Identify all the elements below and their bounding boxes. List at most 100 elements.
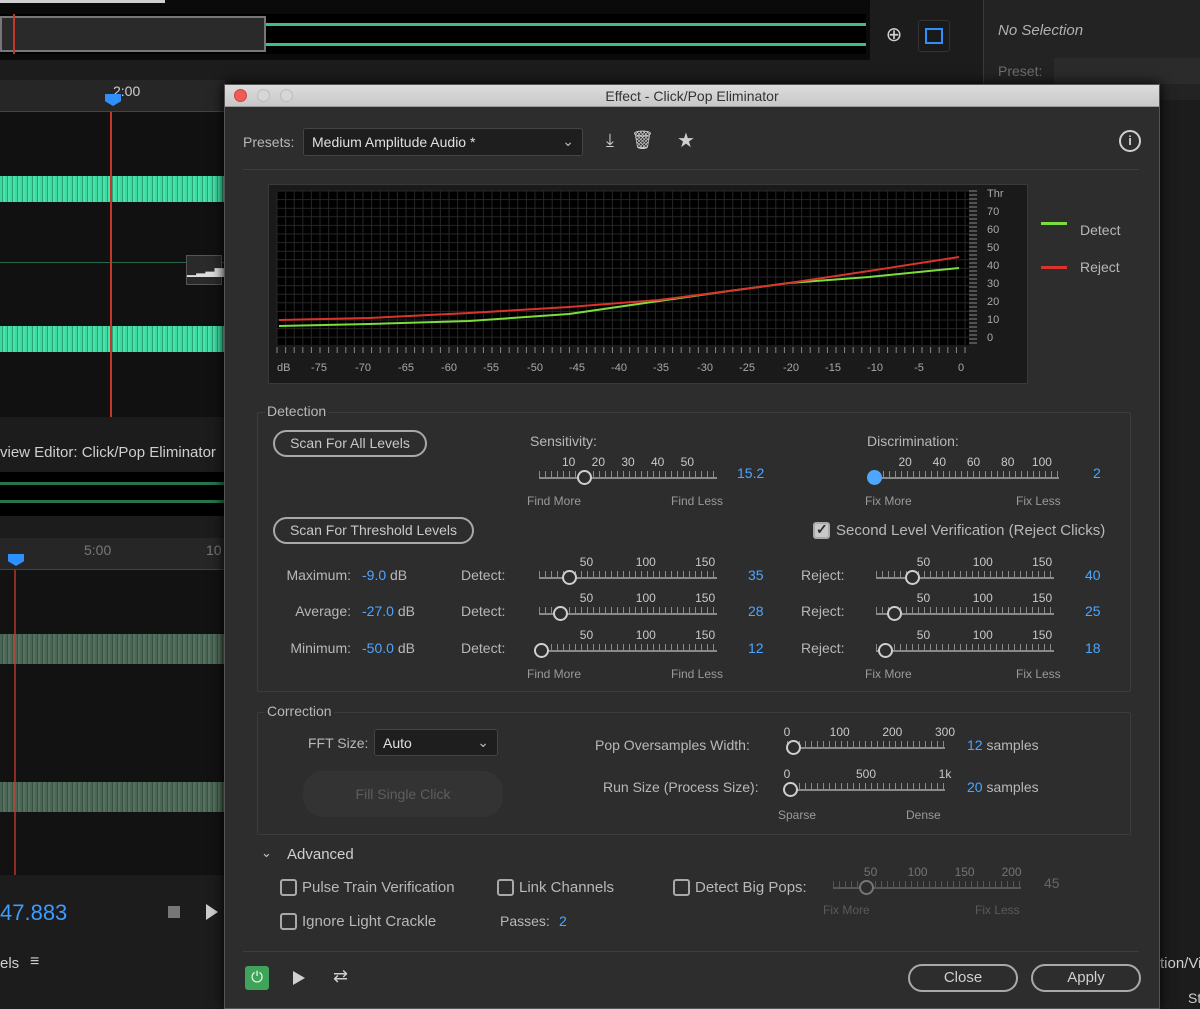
playhead-marker-icon[interactable] bbox=[105, 94, 121, 106]
slider-track[interactable] bbox=[787, 789, 945, 791]
reject-label: Reject: bbox=[801, 603, 845, 619]
volume-level-icon[interactable]: ▁▂▃▅ bbox=[186, 255, 224, 285]
favorite-star-icon[interactable]: ★ bbox=[675, 128, 697, 152]
preview-waveform[interactable] bbox=[0, 570, 225, 875]
download-preset-icon[interactable]: ⤓ bbox=[599, 130, 621, 152]
x-tick-label: -55 bbox=[483, 362, 499, 374]
slider-tick-label: 40 bbox=[650, 455, 665, 469]
slider-knob[interactable] bbox=[878, 643, 894, 658]
pulse-train-label: Pulse Train Verification bbox=[302, 879, 455, 896]
run-size-value[interactable]: 20 bbox=[967, 779, 983, 795]
reject-slider[interactable]: 50 100 150 bbox=[870, 591, 1060, 621]
run-size-slider[interactable]: 0 500 1k bbox=[781, 767, 951, 797]
preview-play-icon[interactable] bbox=[293, 971, 305, 985]
slider-knob[interactable] bbox=[553, 606, 569, 621]
menu-icon[interactable]: ≡ bbox=[30, 953, 39, 971]
sensitivity-slider[interactable]: 10 20 30 40 50 bbox=[533, 455, 723, 485]
detect-value[interactable]: 12 bbox=[748, 640, 764, 656]
slider-tick-label: 50 bbox=[579, 555, 594, 569]
slider-knob[interactable] bbox=[904, 570, 920, 585]
fill-single-click-button[interactable]: Fill Single Click bbox=[303, 771, 503, 817]
delete-preset-icon[interactable]: 🗑 bbox=[631, 130, 654, 152]
discrimination-label: Discrimination: bbox=[867, 433, 959, 449]
presets-label: Presets: bbox=[243, 134, 295, 150]
pop-oversamples-slider[interactable]: 0 100 200 300 bbox=[781, 725, 955, 755]
slider-tick-label: 150 bbox=[695, 591, 716, 605]
advanced-chevron-icon[interactable]: ⌄ bbox=[261, 845, 272, 861]
reject-value[interactable]: 40 bbox=[1085, 567, 1101, 583]
slider-knob[interactable] bbox=[858, 880, 874, 895]
fft-size-select[interactable]: Auto ⌄ bbox=[374, 729, 498, 756]
reject-value[interactable]: 25 bbox=[1085, 603, 1101, 619]
panel-toggle-button[interactable] bbox=[918, 20, 950, 52]
slider-knob[interactable] bbox=[786, 740, 802, 755]
loop-preview-icon[interactable]: ⇄ bbox=[333, 966, 348, 987]
scan-threshold-levels-button[interactable]: Scan For Threshold Levels bbox=[273, 517, 474, 544]
waveform-track[interactable]: ▁▂▃▅ bbox=[0, 112, 225, 417]
pulse-train-checkbox[interactable] bbox=[280, 879, 297, 896]
big-pops-slider[interactable]: 50 100 150 200 bbox=[827, 865, 1027, 895]
detect-slider[interactable]: 50 100 150 bbox=[533, 591, 723, 621]
slider-ticks bbox=[539, 644, 717, 650]
dialog-titlebar[interactable]: Effect - Click/Pop Eliminator bbox=[225, 85, 1159, 107]
power-toggle-icon[interactable]: ⏻ bbox=[245, 966, 269, 990]
slider-knob[interactable] bbox=[867, 470, 883, 485]
detect-slider[interactable]: 50 100 150 bbox=[533, 628, 723, 658]
slider-track[interactable] bbox=[539, 650, 717, 652]
slider-knob[interactable] bbox=[577, 470, 593, 485]
stop-icon[interactable] bbox=[168, 906, 180, 918]
slider-track[interactable] bbox=[876, 613, 1054, 615]
right-panel-label-2: St bbox=[1188, 990, 1200, 1006]
slider-track[interactable] bbox=[539, 477, 717, 479]
link-channels-checkbox[interactable] bbox=[497, 879, 514, 896]
reject-slider[interactable]: 50 100 150 bbox=[870, 628, 1060, 658]
level-row-label: Minimum: bbox=[290, 640, 351, 656]
reject-slider[interactable]: 50 100 150 bbox=[870, 555, 1060, 585]
slider-ticks bbox=[787, 741, 945, 747]
slider-track[interactable] bbox=[876, 577, 1054, 579]
slider-knob[interactable] bbox=[534, 643, 550, 658]
slider-knob[interactable] bbox=[783, 782, 799, 797]
scan-all-levels-button[interactable]: Scan For All Levels bbox=[273, 430, 427, 457]
passes-value[interactable]: 2 bbox=[559, 913, 567, 929]
info-icon[interactable]: i bbox=[1119, 130, 1141, 152]
preset-select[interactable] bbox=[1054, 58, 1200, 84]
level-value[interactable]: -27.0 bbox=[362, 603, 394, 619]
slider-knob[interactable] bbox=[561, 570, 577, 585]
preview-playhead-icon[interactable] bbox=[8, 554, 24, 566]
discrimination-value[interactable]: 2 bbox=[1093, 465, 1101, 481]
no-selection-label: No Selection bbox=[998, 22, 1084, 39]
apply-button[interactable]: Apply bbox=[1031, 964, 1141, 992]
legend-reject-label: Reject bbox=[1080, 259, 1120, 275]
presets-select[interactable]: Medium Amplitude Audio * ⌄ bbox=[303, 128, 583, 156]
slider-knob[interactable] bbox=[886, 606, 902, 621]
pop-oversamples-value[interactable]: 12 bbox=[967, 737, 983, 753]
reject-value[interactable]: 18 bbox=[1085, 640, 1101, 656]
detect-big-pops-checkbox[interactable] bbox=[673, 879, 690, 896]
advanced-label[interactable]: Advanced bbox=[287, 846, 354, 863]
play-icon[interactable] bbox=[206, 904, 218, 920]
overview-selection[interactable] bbox=[0, 16, 266, 52]
preview-overview[interactable] bbox=[0, 472, 225, 516]
detect-value[interactable]: 28 bbox=[748, 603, 764, 619]
y-tick-label: 60 bbox=[987, 224, 999, 236]
close-button[interactable]: Close bbox=[908, 964, 1018, 992]
slider-tick-label: 60 bbox=[966, 455, 981, 469]
preview-ruler[interactable]: 5:00 10 bbox=[0, 538, 225, 570]
slider-tick-label: 0 bbox=[783, 767, 791, 781]
detect-big-pops-label: Detect Big Pops: bbox=[695, 879, 807, 896]
detect-slider[interactable]: 50 100 150 bbox=[533, 555, 723, 585]
level-value[interactable]: -50.0 bbox=[362, 640, 394, 656]
zoom-target-icon[interactable]: ⊕ bbox=[880, 22, 908, 50]
timeline-ruler[interactable]: 2:00 bbox=[0, 80, 225, 112]
reject-fix-less: Fix Less bbox=[1016, 667, 1061, 681]
level-value[interactable]: -9.0 bbox=[362, 567, 386, 583]
second-level-checkbox[interactable]: ✓ bbox=[813, 521, 830, 539]
detect-value[interactable]: 35 bbox=[748, 567, 764, 583]
ignore-crackle-checkbox[interactable] bbox=[280, 913, 297, 930]
slider-track[interactable] bbox=[876, 650, 1054, 652]
slider-track[interactable] bbox=[871, 477, 1059, 479]
discrimination-slider[interactable]: 20 40 60 80 100 bbox=[865, 455, 1065, 485]
slider-track[interactable] bbox=[787, 747, 945, 749]
sensitivity-value[interactable]: 15.2 bbox=[737, 465, 764, 481]
